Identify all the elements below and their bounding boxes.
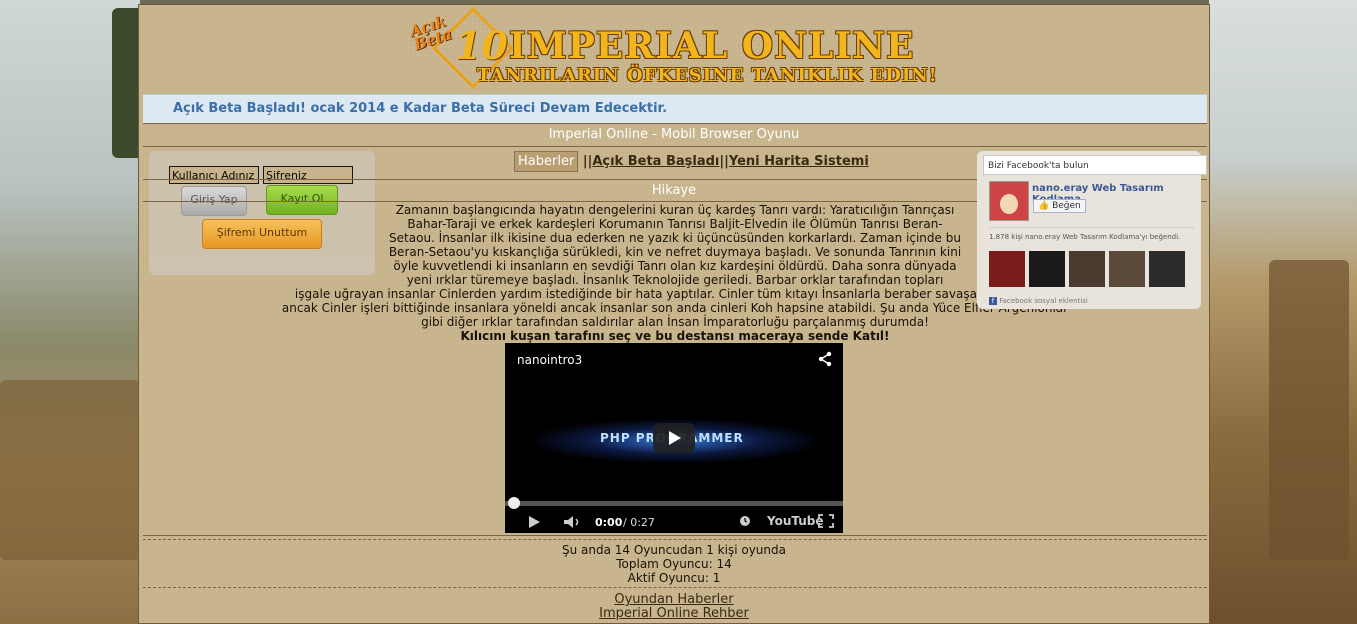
link-oyundan-haberler[interactable]: Oyundan Haberler (139, 593, 1209, 607)
facebook-fan-avatar[interactable] (1029, 251, 1065, 287)
total-players: Toplam Oyuncu: 14 (616, 557, 732, 571)
logo-title[interactable]: Imperial Online (509, 25, 915, 67)
facebook-footer: f Facebook sosyal eklentisi (989, 297, 1088, 305)
facebook-footer-text: Facebook sosyal eklentisi (999, 297, 1088, 305)
volume-icon[interactable] (563, 515, 583, 529)
active-players: Aktif Oyuncu: 1 (627, 571, 721, 585)
youtube-logo[interactable]: YouTube (767, 514, 824, 528)
password-input[interactable]: Şifreniz (263, 166, 353, 184)
video-progress-bar[interactable] (505, 501, 843, 506)
site-header: 10 Açık Beta Imperial Online Tanrıların … (139, 5, 1209, 93)
story-line: gibi diğer ırklar tarafından saldırılar … (421, 315, 929, 329)
divider (143, 587, 1207, 588)
video-title[interactable]: nanointro3 (517, 353, 582, 367)
logo-subtitle: Tanrıların Öfkesine Tanıklık Edin! (477, 65, 938, 86)
watch-later-icon[interactable] (739, 515, 751, 527)
online-players: Şu anda 14 Oyuncudan 1 kişi oyunda (562, 543, 786, 557)
play-small-icon[interactable] (527, 515, 541, 529)
announcement-bar: Açık Beta Başladı! ocak 2014 e Kadar Bet… (143, 94, 1207, 124)
logo-number: 10 (455, 23, 508, 68)
video-time-current: 0:00 (595, 516, 623, 529)
battle-scene (0, 380, 140, 560)
footer-links: Oyundan Haberler Imperial Online Rehber (139, 593, 1209, 621)
background-art-right (1209, 0, 1357, 624)
divider (143, 539, 1207, 540)
facebook-like-count: 1.878 kişi nano.eray Web Tasarım Kodlama… (989, 233, 1181, 241)
username-input[interactable]: Kullanıcı Adınız (169, 166, 259, 184)
background-art-left (0, 0, 146, 624)
warrior-figure (1269, 260, 1349, 560)
divider (989, 227, 1194, 228)
facebook-fan-avatar[interactable] (1069, 251, 1105, 287)
player-stats: Şu anda 14 Oyuncudan 1 kişi oyunda Topla… (139, 543, 1209, 585)
divider (143, 535, 1207, 536)
facebook-widget-header: Bizi Facebook'ta bulun (983, 155, 1207, 175)
video-time-total: / 0:27 (623, 516, 655, 529)
video-player[interactable]: nanointro3 PHP PROGRAMMER 0:00 / 0:27 Yo… (505, 343, 843, 533)
facebook-like-button[interactable]: 👍 Beğen (1033, 199, 1086, 213)
facebook-fan-avatar[interactable] (989, 251, 1025, 287)
tab-separator: || (582, 154, 593, 169)
video-controls: 0:00 / 0:27 YouTube (505, 509, 843, 533)
divider (143, 146, 1207, 147)
facebook-icon: f (989, 297, 997, 305)
link-rehber[interactable]: Imperial Online Rehber (139, 607, 1209, 621)
facebook-widget: Bizi Facebook'ta bulun nano.eray Web Tas… (977, 151, 1207, 309)
main-frame: 10 Açık Beta Imperial Online Tanrıların … (138, 4, 1210, 624)
facebook-fan-avatar[interactable] (1109, 251, 1145, 287)
story-call-to-action: Kılıcını kuşan tarafını seç ve bu destan… (460, 329, 890, 343)
news-tabs: Haberler ||Açık Beta Başladı||Yeni Harit… (514, 151, 869, 172)
facebook-page-avatar[interactable] (989, 181, 1029, 221)
facebook-like-label: Beğen (1052, 201, 1081, 211)
page-title: Imperial Online - Mobil Browser Oyunu (548, 127, 800, 142)
tab-separator: || (719, 154, 729, 169)
facebook-fan-avatar[interactable] (1149, 251, 1185, 287)
fullscreen-icon[interactable] (818, 514, 834, 528)
thumbs-up-icon: 👍 (1038, 201, 1050, 211)
divider (143, 123, 1207, 124)
announcement-text: Açık Beta Başladı! ocak 2014 e Kadar Bet… (173, 101, 668, 116)
play-icon[interactable] (669, 431, 681, 445)
tab-haberler[interactable]: Haberler (514, 151, 579, 172)
tab-yeni-harita[interactable]: Yeni Harita Sistemi (729, 154, 869, 169)
progress-scrubber[interactable] (508, 497, 520, 509)
tab-acik-beta[interactable]: Açık Beta Başladı (592, 154, 719, 169)
share-icon[interactable] (817, 351, 833, 367)
